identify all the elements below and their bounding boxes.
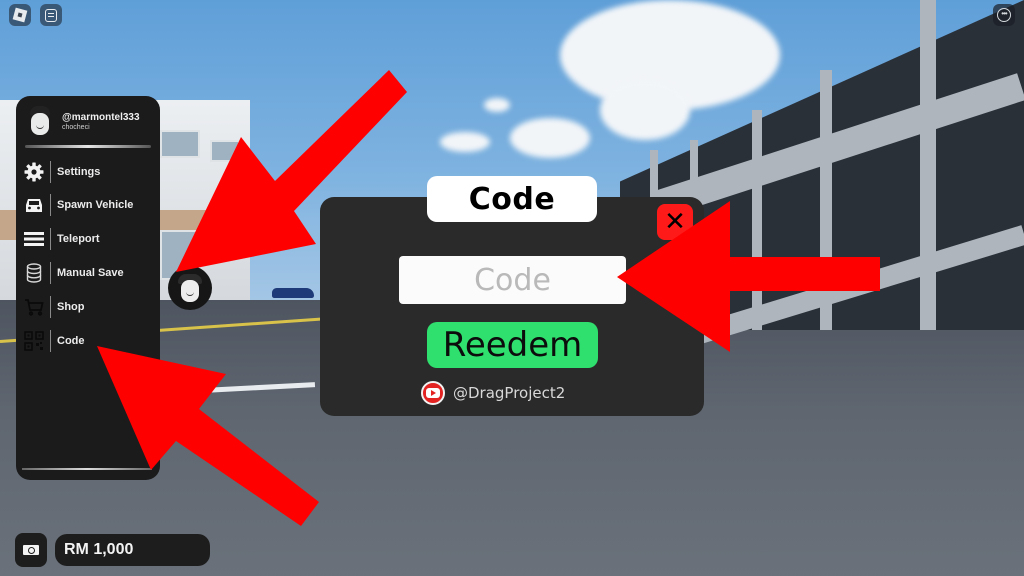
- side-menu: @marmontel333 chocheci Settings Spawn Ve…: [16, 96, 160, 480]
- menu-item-label: Shop: [57, 301, 85, 313]
- cloud: [484, 98, 510, 112]
- menu-item-manual-save[interactable]: Manual Save: [22, 259, 154, 287]
- cloud: [510, 118, 590, 158]
- code-dialog-title: Code: [468, 181, 556, 217]
- roblox-logo-icon: [12, 7, 28, 23]
- menu-separator: [50, 262, 51, 284]
- car-icon: [22, 194, 46, 216]
- menu-bottom-divider: [22, 468, 152, 470]
- profile-username: @marmontel333: [62, 112, 140, 123]
- redeem-button[interactable]: Reedem: [427, 322, 598, 368]
- menu-lines-icon: [22, 228, 46, 250]
- menu-item-code[interactable]: Code: [22, 327, 154, 355]
- money-amount: RM 1,000: [64, 541, 134, 558]
- youtube-handle: @DragProject2: [453, 384, 566, 402]
- code-dialog-title-box: Code: [427, 176, 597, 222]
- menu-item-settings[interactable]: Settings: [22, 158, 154, 186]
- avatar: [27, 106, 53, 138]
- code-input[interactable]: [399, 256, 626, 304]
- parked-car: [272, 288, 314, 298]
- qr-code-icon: [22, 330, 46, 352]
- chat-button[interactable]: [40, 4, 62, 26]
- money-display: RM 1,000: [55, 534, 210, 566]
- menu-separator: [50, 330, 51, 352]
- database-icon: [22, 262, 46, 284]
- menu-item-label: Settings: [57, 166, 101, 178]
- menu-item-label: Manual Save: [57, 267, 124, 279]
- menu-item-label: Teleport: [57, 233, 100, 245]
- menu-item-label: Code: [57, 335, 85, 347]
- more-options-icon: •••: [997, 8, 1011, 22]
- menu-separator: [50, 228, 51, 250]
- menu-separator: [50, 161, 51, 183]
- player-avatar-button[interactable]: [168, 266, 212, 310]
- cloud: [440, 132, 490, 152]
- profile-header: @marmontel333 chocheci: [24, 104, 152, 144]
- youtube-credit: @DragProject2: [421, 380, 565, 406]
- menu-item-label: Spawn Vehicle: [57, 199, 134, 211]
- menu-separator: [50, 194, 51, 216]
- more-options-button[interactable]: •••: [993, 4, 1015, 26]
- profile-display-name: chocheci: [62, 124, 90, 131]
- menu-item-teleport[interactable]: Teleport: [22, 225, 154, 253]
- menu-item-spawn-vehicle[interactable]: Spawn Vehicle: [22, 191, 154, 219]
- youtube-icon: [421, 381, 445, 405]
- menu-separator: [50, 296, 51, 318]
- menu-divider: [25, 145, 151, 148]
- gear-icon: [22, 161, 46, 183]
- cash-button[interactable]: [15, 533, 47, 567]
- roblox-menu-button[interactable]: [9, 4, 31, 26]
- close-button[interactable]: ✕: [657, 204, 693, 240]
- chat-icon: [45, 8, 57, 22]
- cart-icon: [22, 296, 46, 318]
- menu-item-shop[interactable]: Shop: [22, 293, 154, 321]
- close-icon: ✕: [664, 207, 686, 237]
- cash-icon: [23, 545, 39, 555]
